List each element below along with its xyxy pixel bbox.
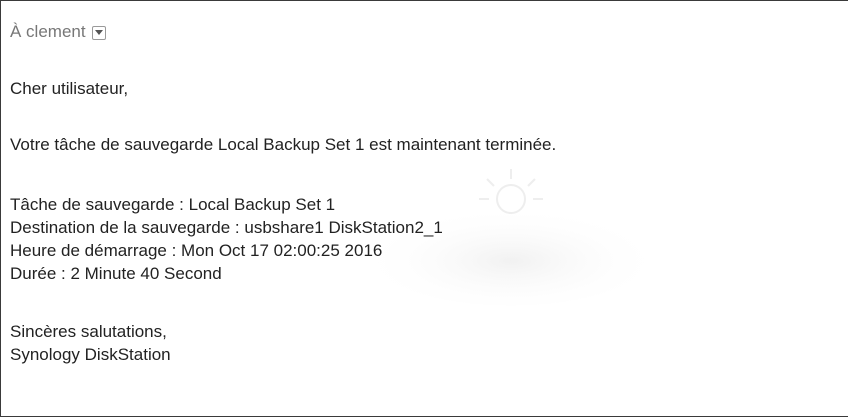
recipient-label: À clement	[10, 22, 86, 41]
signature-text: Synology DiskStation	[10, 345, 171, 364]
email-message-panel: À clement Cher utilisateur, Votre tâche …	[0, 0, 848, 417]
intro-text: Votre tâche de sauvegarde Local Backup S…	[10, 135, 557, 154]
detail-destination: Destination de la sauvegarde : usbshare1…	[10, 218, 443, 237]
closing-text: Sincères salutations,	[10, 322, 167, 341]
detail-duration: Durée : 2 Minute 40 Second	[10, 264, 222, 283]
detail-task-name: Tâche de sauvegarde : Local Backup Set 1	[10, 195, 336, 214]
recipient-line: À clement	[10, 22, 106, 42]
recipient-dropdown-button[interactable]	[91, 26, 106, 40]
greeting-text: Cher utilisateur,	[10, 79, 129, 98]
chevron-down-icon	[94, 30, 103, 35]
detail-start-time: Heure de démarrage : Mon Oct 17 02:00:25…	[10, 241, 383, 260]
